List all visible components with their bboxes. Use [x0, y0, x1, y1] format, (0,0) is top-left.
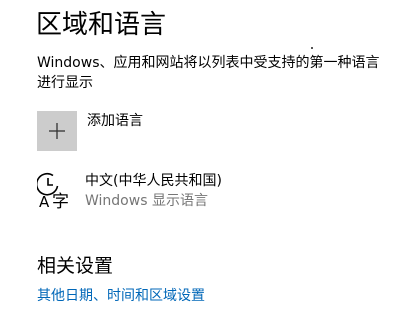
language-display-icon: A 字 — [37, 172, 69, 210]
svg-text:A: A — [39, 193, 50, 210]
add-language-button[interactable]: 添加语言 — [37, 111, 337, 151]
additional-date-time-region-link[interactable]: 其他日期、时间和区域设置 — [37, 286, 205, 306]
plus-icon — [49, 123, 65, 139]
svg-text:字: 字 — [52, 192, 69, 210]
language-subtitle: Windows 显示语言 — [85, 193, 208, 209]
language-name: 中文(中华人民共和国) — [85, 173, 222, 189]
page-title: 区域和语言 — [36, 10, 167, 40]
add-language-tile[interactable] — [37, 111, 77, 151]
page-description: Windows、应用和网站将以列表中受支持的第一种语言进行显示 — [37, 55, 380, 91]
related-settings-title: 相关设置 — [37, 255, 114, 277]
add-language-label: 添加语言 — [87, 113, 143, 129]
language-item-zh-cn[interactable]: A 字 中文(中华人民共和国) Windows 显示语言 — [37, 170, 367, 214]
decorative-dot — [311, 47, 313, 49]
